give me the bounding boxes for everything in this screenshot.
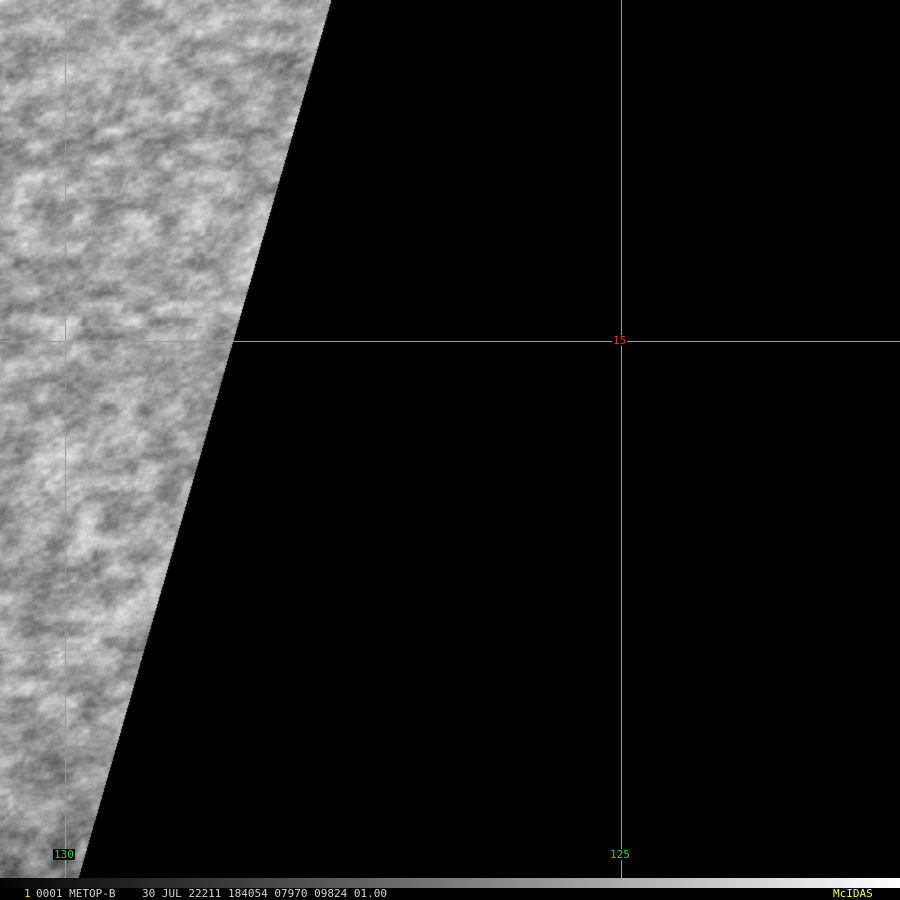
longitude-line-130 — [65, 0, 66, 886]
frame-number: 1 — [24, 887, 31, 900]
latitude-line-15 — [0, 341, 900, 342]
mcidas-brand-label: McIDAS — [833, 887, 873, 900]
longitude-label-130: 130 — [53, 848, 75, 861]
latitude-label-15: 15 — [612, 334, 628, 347]
image-metadata-line: 0001 METOP-B 30 JUL 22211 184054 07970 0… — [36, 887, 387, 900]
satellite-image-viewer: 130 125 15 1 0001 METOP-B 30 JUL 22211 1… — [0, 0, 900, 900]
longitude-line-125 — [621, 0, 622, 886]
longitude-label-125: 125 — [609, 848, 631, 861]
status-bar: 1 0001 METOP-B 30 JUL 22211 184054 07970… — [0, 878, 900, 900]
metop-b-satellite-imagery — [0, 0, 900, 878]
